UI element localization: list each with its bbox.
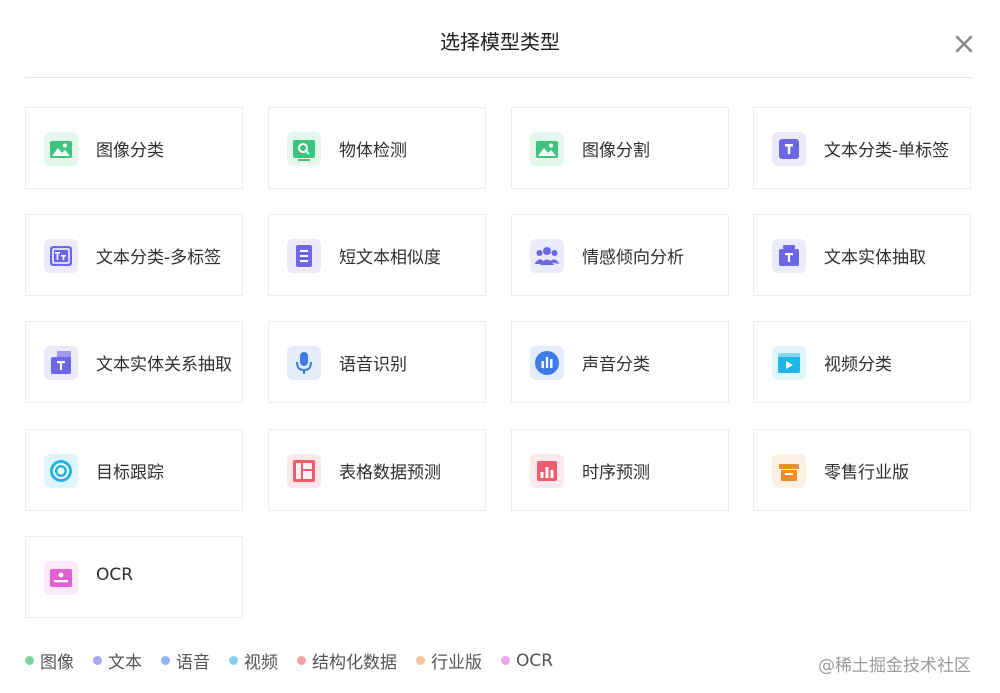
model-type-card[interactable]: 文本实体抽取	[753, 214, 971, 296]
model-type-card[interactable]: OCR	[25, 536, 243, 618]
text-entity-extraction-icon	[772, 239, 806, 273]
dialog-title: 选择模型类型	[440, 30, 560, 54]
legend-item: 语音	[161, 648, 210, 673]
legend-label: 图像	[40, 653, 74, 673]
legend-item: 文本	[93, 648, 142, 673]
legend-dot	[229, 656, 238, 665]
model-type-card[interactable]: 表格数据预测	[268, 429, 486, 511]
legend-label: 语音	[176, 653, 210, 673]
title-divider	[25, 77, 974, 78]
model-type-label: 文本分类-多标签	[96, 248, 222, 268]
model-type-label: 情感倾向分析	[582, 248, 684, 268]
model-type-label: 零售行业版	[824, 463, 909, 483]
legend-label: 结构化数据	[312, 653, 397, 673]
model-type-card[interactable]: 文本分类-单标签	[753, 107, 971, 189]
category-legend: 图像 文本 语音 视频 结构化数据 行业版 OCR	[25, 648, 572, 673]
legend-item: 行业版	[416, 648, 482, 673]
model-type-label: 文本分类-单标签	[824, 141, 950, 161]
model-type-card[interactable]: 目标跟踪	[25, 429, 243, 511]
model-type-label: 视频分类	[824, 355, 892, 375]
text-multi-label-icon	[44, 239, 78, 273]
sentiment-analysis-icon	[530, 239, 564, 273]
legend-dot	[416, 656, 425, 665]
bar-chart-icon	[530, 454, 564, 488]
model-type-card[interactable]: 短文本相似度	[268, 214, 486, 296]
short-text-similarity-icon	[287, 239, 321, 273]
legend-label: 视频	[244, 653, 278, 673]
id-card-icon	[44, 561, 78, 595]
model-type-card[interactable]: 图像分类	[25, 107, 243, 189]
legend-dot	[297, 656, 306, 665]
model-type-label: 文本实体抽取	[824, 248, 926, 268]
video-icon	[772, 346, 806, 380]
model-type-label: 文本实体关系抽取	[96, 355, 232, 375]
legend-item: 图像	[25, 648, 74, 673]
target-tracking-icon	[44, 454, 78, 488]
entity-relation-extraction-icon	[44, 346, 78, 380]
model-type-card[interactable]: 情感倾向分析	[511, 214, 729, 296]
watermark: @稀土掘金技术社区	[818, 656, 971, 676]
model-type-label: 表格数据预测	[339, 463, 441, 483]
model-type-card[interactable]: 图像分割	[511, 107, 729, 189]
model-type-label: 语音识别	[339, 355, 407, 375]
table-grid-icon	[287, 454, 321, 488]
legend-label: OCR	[516, 650, 554, 671]
model-type-card[interactable]: 物体检测	[268, 107, 486, 189]
legend-item: OCR	[501, 651, 553, 671]
model-type-card[interactable]: 视频分类	[753, 321, 971, 403]
model-type-label: 声音分类	[582, 355, 650, 375]
text-single-label-icon	[772, 132, 806, 166]
model-type-label: OCR	[96, 565, 134, 585]
model-type-label: 时序预测	[582, 463, 650, 483]
model-type-card[interactable]: 文本实体关系抽取	[25, 321, 243, 403]
sound-bars-icon	[530, 346, 564, 380]
legend-dot	[161, 656, 170, 665]
model-type-label: 图像分类	[96, 141, 164, 161]
model-type-card[interactable]: 语音识别	[268, 321, 486, 403]
close-icon[interactable]	[950, 30, 978, 58]
legend-label: 文本	[108, 653, 142, 673]
model-type-card[interactable]: 文本分类-多标签	[25, 214, 243, 296]
model-type-card[interactable]: 零售行业版	[753, 429, 971, 511]
store-icon	[772, 454, 806, 488]
legend-label: 行业版	[431, 653, 482, 673]
microphone-icon	[287, 346, 321, 380]
legend-dot	[501, 656, 510, 665]
image-classification-icon	[44, 132, 78, 166]
model-type-label: 图像分割	[582, 141, 650, 161]
legend-item: 结构化数据	[297, 648, 397, 673]
model-type-label: 短文本相似度	[339, 248, 441, 268]
object-detection-icon	[287, 132, 321, 166]
legend-item: 视频	[229, 648, 278, 673]
model-type-card[interactable]: 声音分类	[511, 321, 729, 403]
legend-dot	[25, 656, 34, 665]
legend-dot	[93, 656, 102, 665]
image-segmentation-icon	[530, 132, 564, 166]
model-type-label: 目标跟踪	[96, 463, 164, 483]
model-type-card[interactable]: 时序预测	[511, 429, 729, 511]
model-type-label: 物体检测	[339, 141, 407, 161]
